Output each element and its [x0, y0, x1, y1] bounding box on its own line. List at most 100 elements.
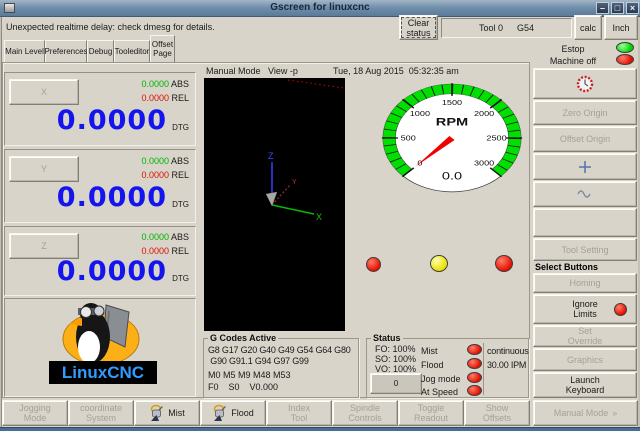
status-frame: Status FO: 100% SO: 100% VO: 100% 0 Mist… [366, 338, 529, 398]
dro-y-rel-value: 0.0000 [141, 170, 169, 180]
dro-y-abs-value: 0.0000 [141, 156, 169, 166]
jogging-mode-button[interactable]: Jogging Mode [2, 400, 68, 426]
axis-x-button[interactable]: X [9, 79, 79, 105]
select-buttons-label: Select Buttons [535, 262, 598, 272]
mist-button-label: Mist [168, 408, 185, 418]
launch-keyboard-button[interactable]: Launch Keyboard [533, 372, 637, 398]
graphics-button[interactable]: Graphics [533, 348, 637, 371]
homing-button[interactable]: Homing [533, 273, 637, 293]
gcodes-title: G Codes Active [208, 333, 278, 343]
calc-button[interactable]: calc [574, 15, 602, 40]
fsv-line: F0 S0 V0.000 [208, 382, 278, 392]
svg-text:500: 500 [401, 134, 417, 142]
gremlin-3d-viewport[interactable]: Z Y X [204, 78, 345, 331]
dro-x-abs-value: 0.0000 [141, 79, 169, 89]
at-speed-led [467, 385, 482, 396]
spindle-controls-button[interactable]: Spindle Controls [332, 400, 398, 426]
logo-panel: LinuxCNC [4, 298, 196, 397]
manual-mode-button[interactable]: Manual Mode » [533, 400, 638, 426]
tab-main-level[interactable]: Main Level [4, 40, 45, 63]
gcode-line-1: G8 G17 G20 G40 G49 G54 G64 G80 [208, 345, 351, 355]
rpm-gauge: 0 500 1000 1500 2000 2500 3000 RPM 0.0 [379, 81, 525, 195]
rel-label: REL [171, 93, 189, 103]
flood-indicator-label: Flood [421, 360, 444, 370]
jog-mode-value: continuous [487, 346, 529, 356]
minimize-button[interactable]: – [596, 2, 609, 14]
spindle-reverse-lamp [366, 257, 381, 272]
spindle-wave-button[interactable] [533, 181, 637, 207]
titlebar[interactable]: Gscreen for linuxcnc – □ × [0, 0, 640, 17]
dro-z-abs-value: 0.0000 [141, 232, 169, 242]
tool-setting-button[interactable]: Tool Setting [533, 238, 637, 261]
maximize-button[interactable]: □ [611, 2, 624, 14]
gscreen-window: Gscreen for linuxcnc – □ × Unexpected re… [0, 0, 640, 431]
coordinate-system-button[interactable]: coordinate System [68, 400, 134, 426]
mist-button[interactable]: Mist [134, 400, 200, 426]
dro-z-dtg-value: 0.0000 [57, 256, 167, 287]
dro-panel-y: Y 0.0000 ABS 0.0000 REL 0.0000 DTG [4, 149, 196, 223]
jog-rate-value: 30.00 IPM [487, 360, 526, 370]
svg-text:1500: 1500 [442, 99, 463, 107]
tab-tooleditor[interactable]: Tooleditor [114, 40, 150, 63]
index-tool-button[interactable]: Index Tool [266, 400, 332, 426]
dro-panel-z: Z 0.0000 ABS 0.0000 REL 0.0000 DTG [4, 226, 196, 296]
jog-mode-led [467, 372, 482, 383]
tab-debug[interactable]: Debug [87, 40, 114, 63]
ignore-limits-label: Ignore Limits [572, 299, 598, 319]
chevron-right-icon: » [612, 408, 617, 418]
svg-text:2000: 2000 [474, 110, 495, 118]
window-border-left [0, 17, 2, 427]
estop-led [616, 42, 634, 53]
status-title: Status [371, 333, 403, 343]
dro-z-rel-value: 0.0000 [141, 246, 169, 256]
zero-origin-button[interactable]: Zero Origin [533, 100, 637, 125]
offset-origin-button[interactable]: Offset Origin [533, 126, 637, 152]
abs-label: ABS [171, 232, 189, 242]
rel-label: REL [171, 246, 189, 256]
mcode-line: M0 M5 M9 M48 M53 [208, 370, 291, 380]
estop-label: Estop [534, 44, 612, 54]
tab-preferences[interactable]: Preferences [45, 40, 87, 63]
z-axis-label: Z [268, 151, 274, 161]
move-to-origin-button[interactable] [533, 153, 637, 180]
view-label: View -p [268, 66, 298, 76]
y-axis-label: Y [292, 179, 297, 186]
mist-icon [149, 404, 164, 422]
abs-label: ABS [171, 79, 189, 89]
dro-y-rel: 0.0000 REL [141, 170, 189, 180]
move-cross-icon [578, 160, 592, 174]
feed-override: FO: 100% [375, 344, 416, 354]
toggle-readout-button[interactable]: Toggle Readout [398, 400, 464, 426]
dro-x-dtg-value: 0.0000 [57, 105, 167, 136]
ignore-limits-button[interactable]: Ignore Limits [533, 294, 637, 324]
override-limits-button[interactable] [533, 68, 637, 99]
at-speed-indicator-label: At Speed [421, 387, 458, 397]
jog-increment-button[interactable]: 0 [370, 373, 422, 394]
svg-text:1000: 1000 [410, 110, 431, 118]
clock-icon [576, 75, 594, 93]
clear-status-button[interactable]: Clear status [399, 15, 438, 40]
dro-x-rel-value: 0.0000 [141, 93, 169, 103]
flood-button[interactable]: Flood [200, 400, 266, 426]
mist-led [467, 344, 482, 355]
set-override-button[interactable]: Set Override [533, 325, 637, 347]
blank-button[interactable] [533, 208, 637, 237]
machine-off-led [616, 54, 634, 65]
dro-x-rel: 0.0000 REL [141, 93, 189, 103]
goggle-lens [81, 307, 92, 318]
axis-y-button[interactable]: Y [9, 156, 79, 182]
jog-mode-indicator-label: Jog mode [421, 374, 461, 384]
dro-y-dtg-value: 0.0000 [57, 182, 167, 213]
tab-offset-page[interactable]: Offset Page [150, 35, 175, 63]
units-button[interactable]: Inch [604, 15, 638, 40]
dro-panel-x: X 0.0000 ABS 0.0000 REL 0.0000 DTG [4, 72, 196, 146]
close-button[interactable]: × [626, 2, 639, 14]
coord-system: G54 [517, 23, 534, 33]
flood-icon [212, 404, 227, 422]
abs-label: ABS [171, 156, 189, 166]
show-offsets-button[interactable]: Show Offsets [464, 400, 530, 426]
window-title: Gscreen for linuxcnc [0, 2, 640, 13]
dtg-label: DTG [172, 274, 189, 283]
flood-led [467, 358, 482, 369]
mist-indicator-label: Mist [421, 346, 438, 356]
